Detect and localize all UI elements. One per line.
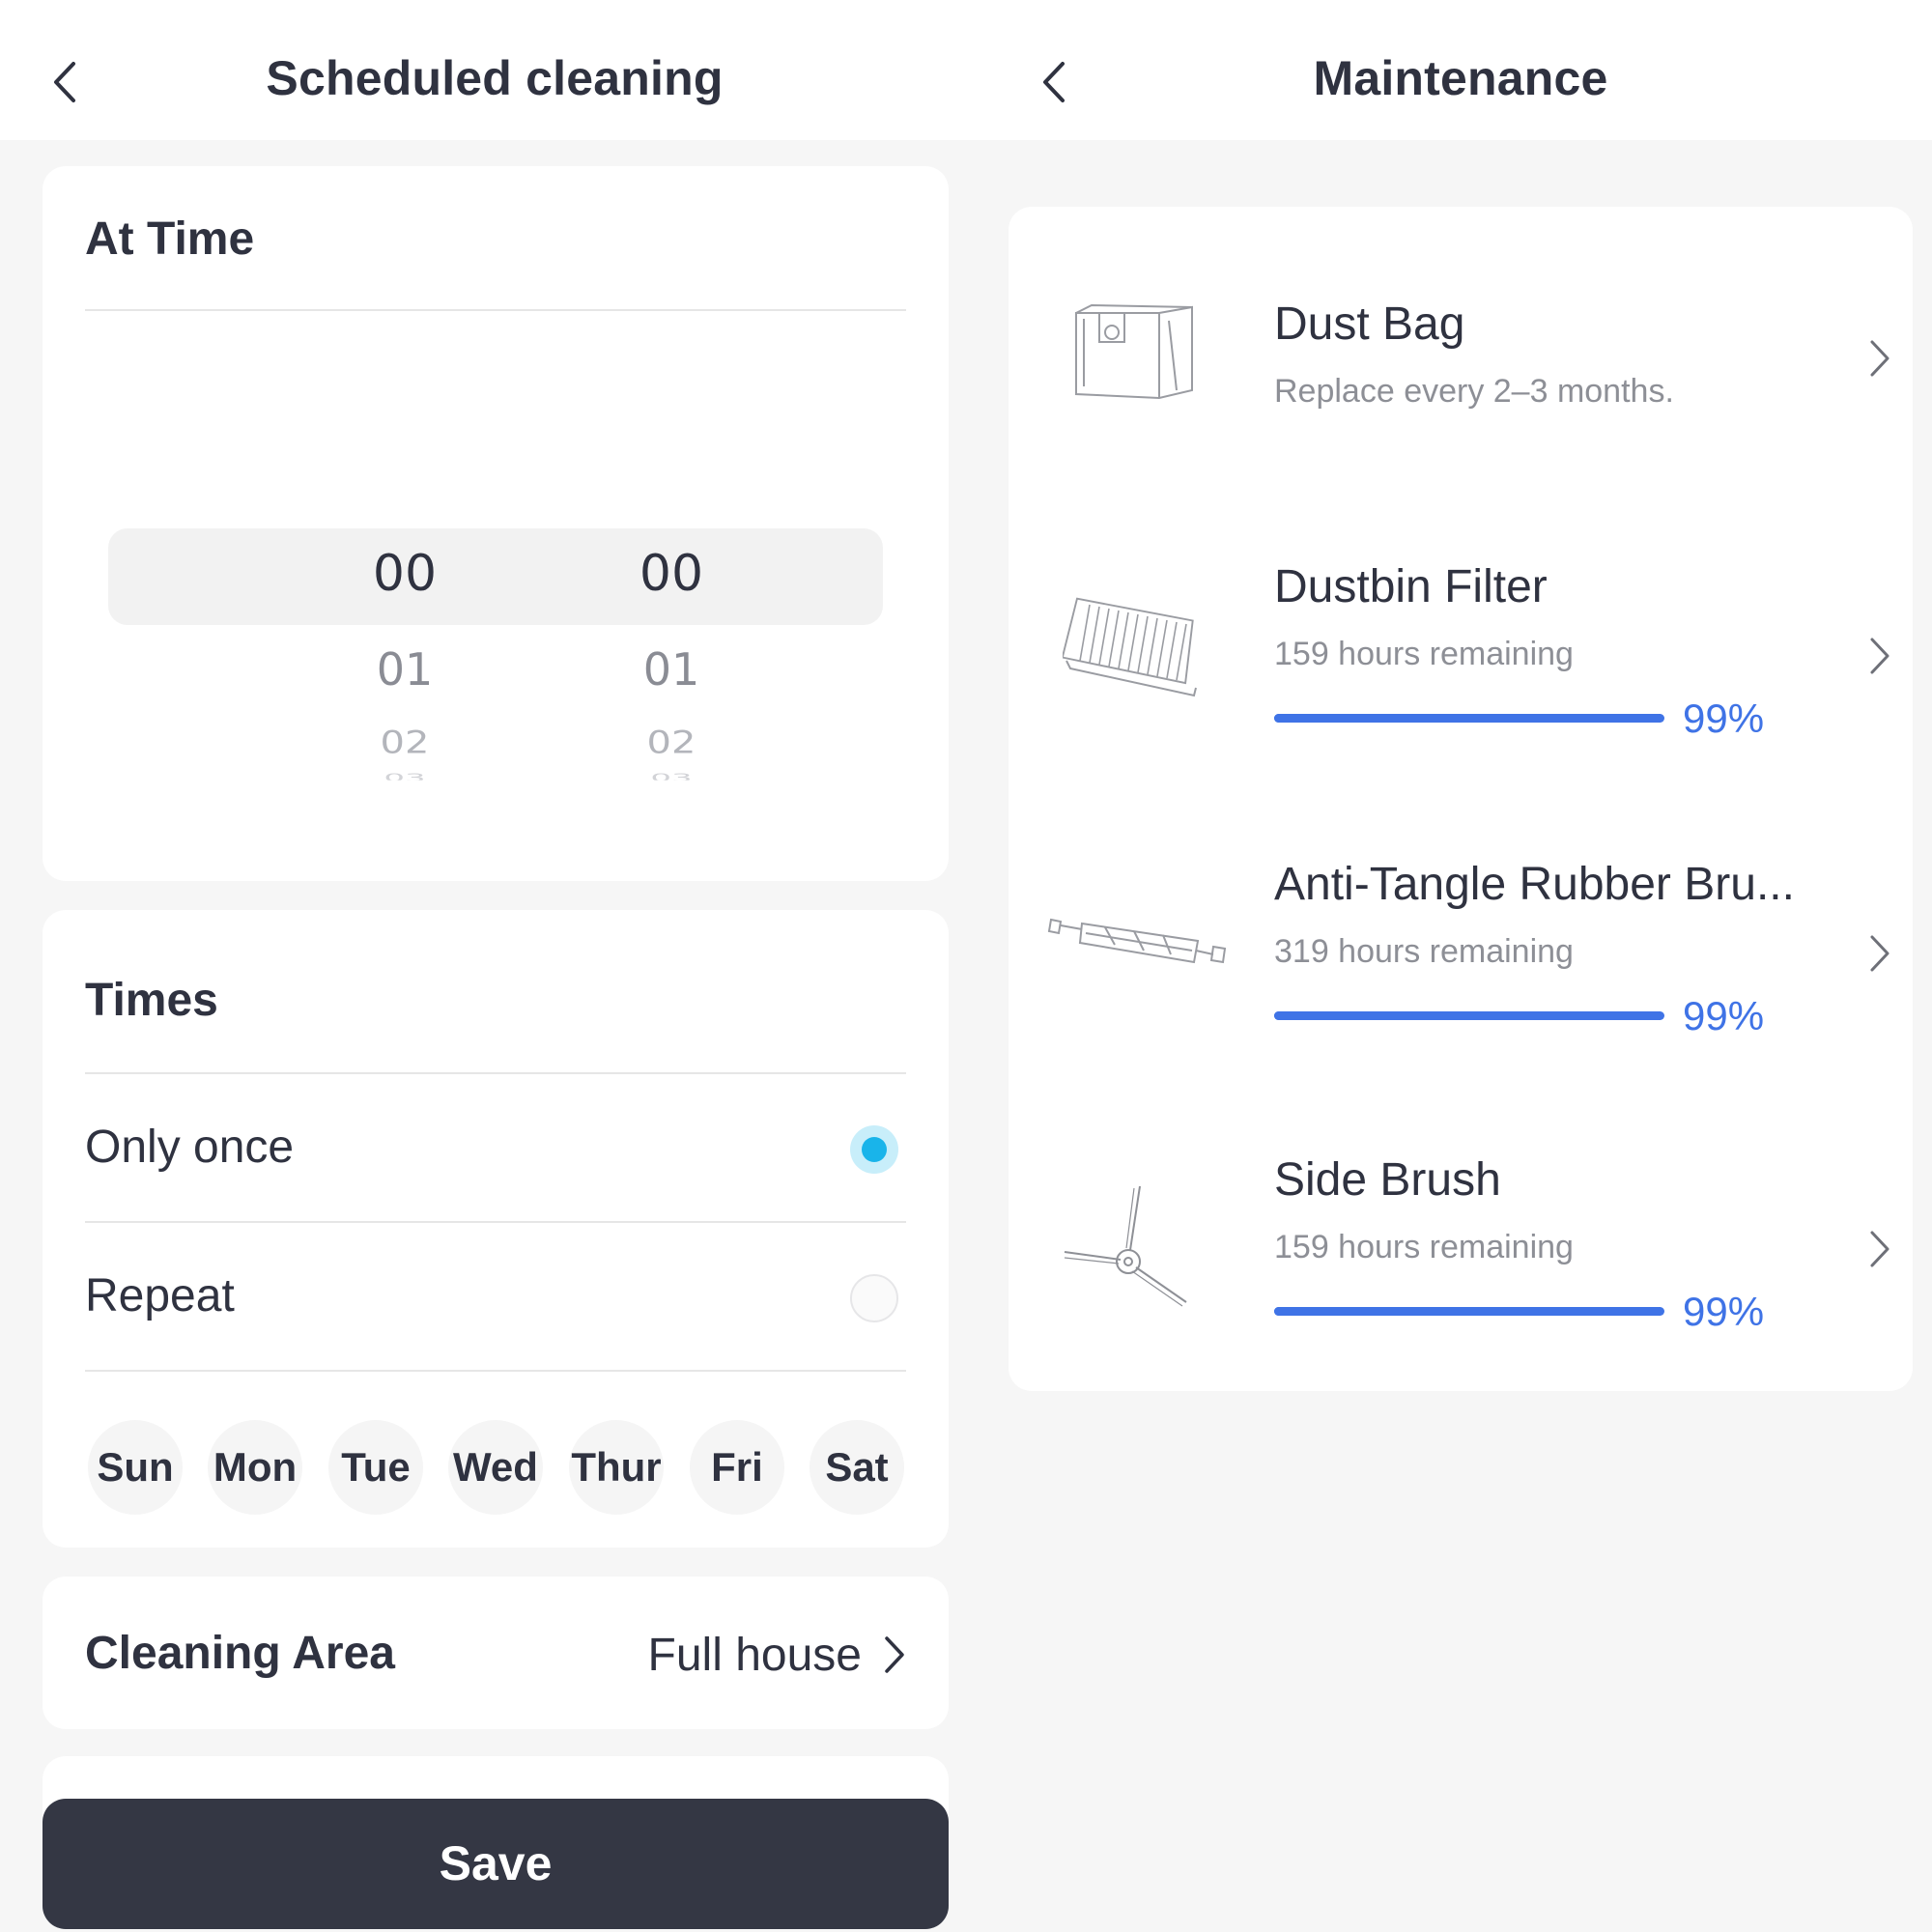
day-wed[interactable]: Wed (448, 1420, 543, 1515)
chevron-right-icon (1866, 636, 1891, 681)
cleaning-area-row[interactable]: Cleaning Area Full house (43, 1577, 949, 1729)
life-progress-fill (1274, 1011, 1661, 1020)
hour-option[interactable]: 01 (327, 643, 482, 696)
item-subtitle: 319 hours remaining (1274, 933, 1574, 970)
rubber-brush-icon (1047, 891, 1231, 1007)
minute-option[interactable]: 03 (594, 771, 749, 781)
life-progress-bar (1274, 714, 1664, 723)
hour-option[interactable]: 02 (327, 725, 482, 761)
hour-option-selected[interactable]: 00 (327, 545, 482, 603)
repeat-radio[interactable] (850, 1274, 898, 1322)
divider (85, 1370, 906, 1372)
day-fri[interactable]: Fri (690, 1420, 784, 1515)
life-progress-fill (1274, 1307, 1661, 1316)
life-progress-fill (1274, 714, 1661, 723)
repeat-label: Repeat (85, 1270, 235, 1321)
item-subtitle: 159 hours remaining (1274, 636, 1574, 672)
maintenance-panel: Maintenance Dust Bag Replace every 2–3 m… (989, 0, 1932, 1932)
day-mon[interactable]: Mon (208, 1420, 302, 1515)
divider (85, 309, 906, 311)
cleaning-area-label: Cleaning Area (85, 1628, 395, 1679)
chevron-right-icon (1866, 933, 1891, 979)
life-progress-bar (1274, 1011, 1664, 1020)
day-sun[interactable]: Sun (88, 1420, 183, 1515)
side-brush-icon (1063, 1184, 1198, 1307)
dust-bag-icon (1063, 294, 1198, 410)
day-tue[interactable]: Tue (328, 1420, 423, 1515)
life-percent: 99% (1683, 1289, 1765, 1334)
maintenance-header: Maintenance (989, 0, 1932, 140)
divider (85, 1221, 906, 1223)
only-once-radio[interactable] (850, 1125, 898, 1174)
at-time-heading: At Time (85, 213, 255, 265)
minute-option-selected[interactable]: 00 (594, 545, 749, 603)
minute-option[interactable]: 01 (594, 643, 749, 696)
divider (85, 1072, 906, 1074)
times-heading: Times (85, 975, 218, 1026)
life-progress-bar (1274, 1307, 1664, 1316)
minute-option[interactable]: 02 (594, 725, 749, 761)
only-once-label: Only once (85, 1122, 295, 1173)
item-name: Dustbin Filter (1274, 561, 1548, 612)
maintenance-list: Dust Bag Replace every 2–3 months. Dustb… (1009, 207, 1913, 1391)
hour-option[interactable]: 03 (327, 771, 482, 781)
day-sat[interactable]: Sat (810, 1420, 904, 1515)
dustbin-filter-icon (1061, 593, 1198, 709)
item-subtitle: 159 hours remaining (1274, 1229, 1574, 1265)
chevron-right-icon (1866, 338, 1891, 384)
life-percent: 99% (1683, 993, 1765, 1038)
at-time-card: At Time 00 01 02 03 00 01 02 03 (43, 166, 949, 881)
item-name: Side Brush (1274, 1154, 1501, 1206)
item-name: Dust Bag (1274, 298, 1465, 350)
item-subtitle: Replace every 2–3 months. (1274, 373, 1674, 410)
chevron-right-icon (881, 1634, 906, 1675)
life-percent: 99% (1683, 696, 1765, 741)
page-title: Scheduled cleaning (266, 51, 724, 105)
scheduled-cleaning-panel: Scheduled cleaning At Time 00 01 02 03 0… (0, 0, 989, 1932)
time-picker-selection (108, 528, 883, 625)
cleaning-area-value: Full house (647, 1630, 862, 1681)
scheduled-cleaning-header: Scheduled cleaning (0, 0, 989, 140)
chevron-right-icon (1866, 1229, 1891, 1274)
page-title: Maintenance (1313, 51, 1608, 105)
day-thur[interactable]: Thur (569, 1420, 664, 1515)
item-name: Anti-Tangle Rubber Bru... (1274, 859, 1795, 910)
save-button[interactable]: Save (43, 1799, 949, 1929)
